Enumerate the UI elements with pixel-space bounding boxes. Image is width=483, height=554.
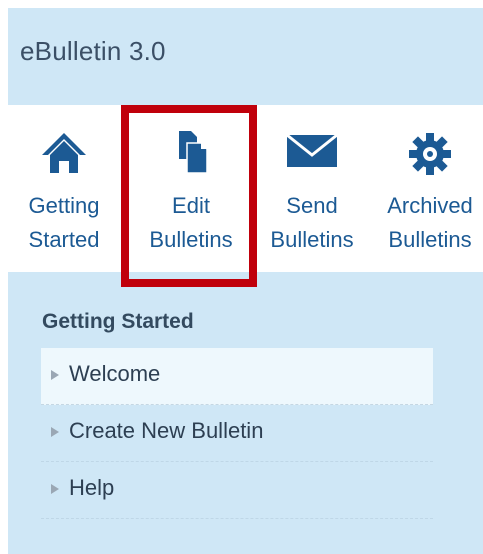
archived-bulletins-label: Archived Bulletins [387, 193, 473, 252]
home-icon [14, 131, 114, 179]
nav-item-label: Help [69, 475, 115, 500]
nav-item-label: Welcome [69, 361, 161, 386]
edit-bulletins-label: Edit Bulletins [149, 193, 233, 252]
section-title: Getting Started [42, 310, 194, 333]
envelope-icon [256, 131, 368, 179]
nav-item-welcome[interactable]: Welcome [41, 348, 433, 405]
send-bulletins-label: Send Bulletins [270, 193, 354, 252]
nav-item-help[interactable]: Help [41, 462, 433, 519]
getting-started-label: Getting Started [28, 193, 100, 252]
edit-bulletins-button[interactable]: Edit Bulletins [132, 105, 250, 272]
app-header: eBulletin 3.0 [8, 8, 483, 105]
triangle-right-icon [51, 484, 59, 494]
getting-started-nav-list: Welcome Create New Bulletin Help [41, 348, 433, 519]
send-bulletins-button[interactable]: Send Bulletins [256, 105, 368, 272]
main-toolbar: Getting Started Edit Bulletins Send Bull… [8, 105, 483, 272]
triangle-right-icon [51, 370, 59, 380]
getting-started-button[interactable]: Getting Started [14, 105, 114, 272]
edit-documents-icon [132, 131, 250, 179]
nav-item-create-new-bulletin[interactable]: Create New Bulletin [41, 405, 433, 462]
app-window: eBulletin 3.0 Getting Started Edit Bulle… [8, 8, 483, 554]
gear-icon [374, 131, 483, 179]
triangle-right-icon [51, 427, 59, 437]
archived-bulletins-button[interactable]: Archived Bulletins [374, 105, 483, 272]
nav-item-label: Create New Bulletin [69, 418, 264, 443]
app-title: eBulletin 3.0 [20, 36, 166, 66]
